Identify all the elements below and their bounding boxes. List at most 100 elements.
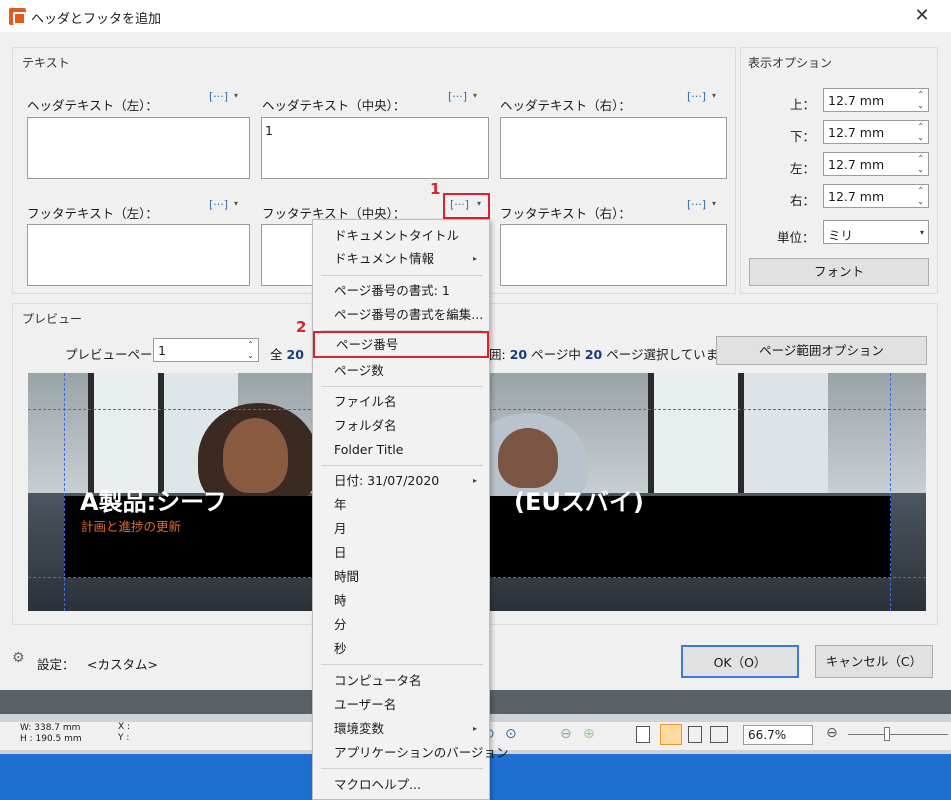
cancel-button[interactable]: キャンセル（C）: [815, 645, 933, 678]
preview-page-spinner[interactable]: 1 ⌃ ⌄: [153, 338, 259, 362]
spin-arrows-icon[interactable]: ⌃ ⌄: [917, 89, 924, 111]
slide-title: A製品:シーフ: [80, 488, 227, 516]
back-icon[interactable]: ⊖: [560, 726, 572, 742]
zoom-slider[interactable]: [848, 734, 948, 735]
header-right-textbox[interactable]: [500, 117, 727, 179]
header-left-textbox[interactable]: [27, 117, 250, 179]
margin-bottom-value: 12.7 mm: [828, 125, 885, 140]
footer-left-macro-button[interactable]: [···] ▾: [206, 196, 248, 217]
unit-select[interactable]: ミリ ▾: [823, 220, 929, 244]
menu-item-hour[interactable]: 時: [313, 590, 489, 612]
menu-item-time[interactable]: 時間: [313, 566, 489, 588]
title-bar: ヘッダとフッタを追加 ✕: [0, 0, 951, 32]
header-right-label: ヘッダテキスト（右）：: [500, 98, 631, 113]
margin-right-label: 右：: [790, 193, 816, 208]
menu-item-month[interactable]: 月: [313, 518, 489, 540]
menu-item-edit-page-number-format[interactable]: ページ番号の書式を編集...: [313, 304, 489, 326]
menu-item-date[interactable]: 日付: 31/07/2020 ▸: [313, 470, 489, 492]
menu-item-page-number[interactable]: ページ番号: [313, 331, 489, 358]
header-center-macro-button[interactable]: [···] ▾: [445, 88, 487, 109]
spin-arrows-icon[interactable]: ⌃ ⌄: [247, 339, 254, 361]
menu-item-document-title[interactable]: ドキュメントタイトル: [313, 225, 489, 247]
zoom-out-icon[interactable]: ⊖: [826, 725, 838, 741]
continuous-page-icon[interactable]: [660, 724, 682, 745]
header-left-macro-button[interactable]: [···] ▾: [206, 88, 248, 109]
forward-icon[interactable]: ⊕: [583, 726, 595, 742]
step-1-marker: 1: [430, 180, 441, 198]
margin-bottom-spinner[interactable]: 12.7 mm ⌃ ⌄: [823, 120, 929, 144]
step-2-marker: 2: [296, 318, 307, 336]
menu-item-app-version[interactable]: アプリケーションのバージョン: [313, 742, 509, 764]
menu-item-folder-title[interactable]: Folder Title: [313, 439, 489, 461]
font-button[interactable]: フォント: [749, 258, 929, 286]
menu-item-folder-name[interactable]: フォルダ名: [313, 415, 489, 437]
zoom-slider-handle[interactable]: [884, 727, 890, 741]
footer-right-macro-button[interactable]: [···] ▾: [684, 196, 726, 217]
menu-item-year[interactable]: 年: [313, 494, 489, 516]
menu-item-label: 日付: 31/07/2020: [334, 473, 440, 488]
continuous-facing-icon[interactable]: [710, 726, 728, 743]
zoom-select[interactable]: 66.7%: [743, 725, 813, 745]
macro-icon: [···]: [687, 198, 707, 211]
menu-item-macro-help[interactable]: マクロヘルプ...: [313, 774, 489, 796]
menu-item-page-number-format[interactable]: ページ番号の書式: 1: [313, 280, 489, 302]
spin-arrows-icon[interactable]: ⌃ ⌄: [917, 121, 924, 143]
header-left-label: ヘッダテキスト（左）：: [27, 98, 158, 113]
total-pages-text: 全 20: [270, 344, 304, 363]
menu-item-user-name[interactable]: ユーザー名: [313, 694, 489, 716]
range-count-b: 20: [584, 347, 603, 362]
range-suffix: ページ選択しています: [606, 347, 731, 362]
margin-left-spinner[interactable]: 12.7 mm ⌃ ⌄: [823, 152, 929, 176]
page-range-text: 囲: 20 ページ中 20 ページ選択しています: [489, 344, 731, 363]
margin-top-spinner[interactable]: 12.7 mm ⌃ ⌄: [823, 88, 929, 112]
total-prefix: 全: [270, 347, 283, 362]
menu-item-environment-variable[interactable]: 環境変数 ▸: [313, 718, 489, 740]
footer-right-label: フッタテキスト（右）：: [500, 206, 631, 221]
close-icon[interactable]: ✕: [906, 3, 938, 29]
macro-icon: [···]: [209, 198, 229, 211]
macro-icon: [···]: [209, 90, 229, 103]
menu-item-label: 環境変数: [334, 721, 385, 736]
header-right-macro-button[interactable]: [···] ▾: [684, 88, 726, 109]
chevron-down-icon: ▾: [477, 199, 482, 208]
footer-left-textbox[interactable]: [27, 224, 250, 286]
settings-value: <カスタム>: [87, 657, 158, 672]
chevron-down-icon: ▾: [919, 228, 924, 237]
preview-page-value: 1: [158, 343, 166, 358]
page-range-options-button[interactable]: ページ範囲オプション: [716, 336, 927, 365]
slide-title-right: (EUスバイ): [514, 488, 644, 516]
last-page-icon[interactable]: ⊙: [505, 726, 517, 742]
facing-page-icon[interactable]: [688, 726, 702, 743]
dimension-h: H : 190.5 mm: [20, 734, 82, 744]
margin-top-label: 上：: [790, 97, 816, 112]
margin-bottom-label: 下：: [790, 129, 816, 144]
unit-label: 単位：: [777, 230, 815, 245]
spin-arrows-icon[interactable]: ⌃ ⌄: [917, 153, 924, 175]
margin-right-spinner[interactable]: 12.7 mm ⌃ ⌄: [823, 184, 929, 208]
footer-center-macro-button[interactable]: [···] ▾: [443, 193, 490, 219]
margin-left-value: 12.7 mm: [828, 157, 885, 172]
menu-item-second[interactable]: 秒: [313, 638, 489, 660]
menu-item-label: ドキュメント情報: [334, 251, 435, 266]
menu-item-minute[interactable]: 分: [313, 614, 489, 636]
footer-right-textbox[interactable]: [500, 224, 727, 286]
preview-page-label: プレビューページ: [65, 347, 165, 362]
chevron-down-icon: ▾: [234, 91, 239, 100]
display-options-title: 表示オプション: [748, 56, 833, 70]
submenu-arrow-icon: ▸: [472, 254, 477, 263]
header-center-textbox[interactable]: 1: [261, 117, 489, 179]
right-margin-guide: [890, 373, 891, 611]
menu-item-day[interactable]: 日: [313, 542, 489, 564]
unit-value: ミリ: [828, 228, 854, 243]
spin-arrows-icon[interactable]: ⌃ ⌄: [917, 185, 924, 207]
macro-icon: [···]: [448, 90, 468, 103]
header-center-value: 1: [265, 123, 273, 138]
single-page-icon[interactable]: [636, 726, 650, 743]
macro-icon: [···]: [687, 90, 707, 103]
menu-item-computer-name[interactable]: コンピュータ名: [313, 670, 489, 692]
menu-item-document-info[interactable]: ドキュメント情報 ▸: [313, 248, 489, 270]
menu-item-file-name[interactable]: ファイル名: [313, 391, 489, 413]
ok-button[interactable]: OK（O）: [681, 645, 799, 678]
chevron-down-icon: ▾: [712, 199, 717, 208]
menu-item-page-count[interactable]: ページ数: [313, 360, 489, 382]
